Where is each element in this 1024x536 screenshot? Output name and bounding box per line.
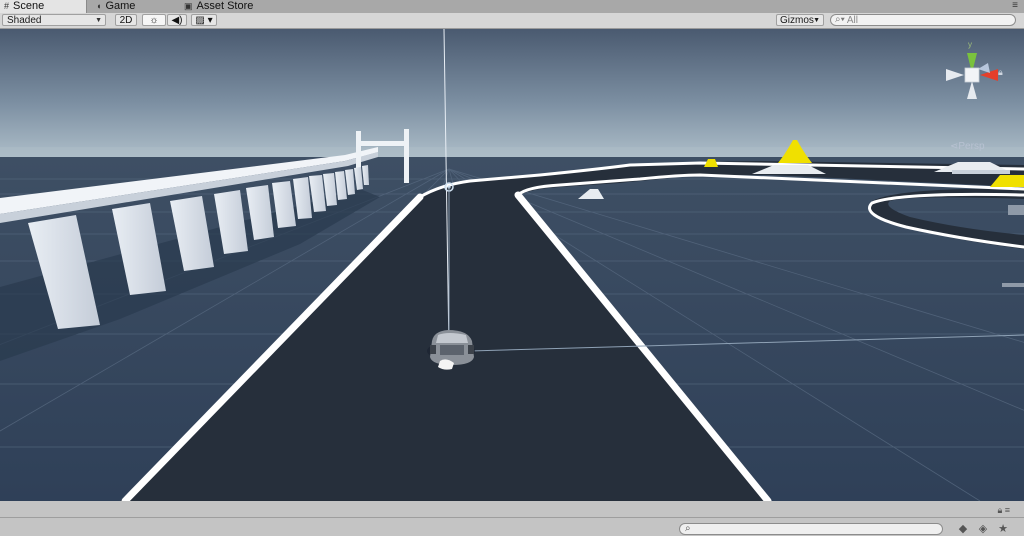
favorite-star-icon[interactable]: ★ [996, 522, 1010, 535]
search-input[interactable] [846, 15, 1007, 25]
sky [0, 29, 1024, 163]
toggle-2d-button[interactable]: 2D [115, 14, 137, 26]
scene-toolbar: Shaded ▼ 2D ☼ ◀) ▨ ▾ Gizmos ▼ ⌕▾ [0, 13, 1024, 29]
tab-game[interactable]: ◖ Game [92, 0, 141, 13]
lighting-toggle-button[interactable]: ☼ [142, 14, 166, 26]
sun-icon: ☼ [149, 15, 159, 26]
grid-icon: # [4, 1, 10, 11]
gizmos-label: Gizmos [780, 15, 814, 26]
project-search[interactable]: ⌕ [679, 523, 943, 535]
tab-bar: # Scene ◖ Game ▣ Asset Store ≡ [0, 0, 1024, 14]
gizmo-label-y: y [968, 40, 972, 49]
draw-mode-value: Shaded [7, 15, 42, 26]
dropdown-arrow-icon: ▼ [95, 17, 102, 24]
toggle-2d-label: 2D [119, 15, 133, 26]
tab-game-label: Game [105, 0, 136, 12]
image-icon: ▨ ▾ [195, 15, 213, 26]
speaker-icon: ◀) [171, 15, 183, 26]
project-filter-buttons: ◆ ◈ ★ [956, 522, 1010, 535]
scene-render: y [0, 29, 1024, 501]
lock-icon[interactable]: 🔒︎ [998, 67, 1003, 78]
search-icon: ⌕▾ [835, 14, 845, 25]
filter-type-icon[interactable]: ◆ [956, 522, 970, 535]
tab-scene-label: Scene [13, 0, 45, 12]
draw-mode-dropdown[interactable]: Shaded ▼ [2, 14, 106, 26]
filter-label-icon[interactable]: ◈ [976, 522, 990, 535]
store-icon: ▣ [184, 1, 193, 11]
scene-search[interactable]: ⌕▾ [830, 14, 1016, 26]
tab-menu-icon[interactable]: ≡ [1012, 0, 1018, 12]
audio-toggle-button[interactable]: ◀) [167, 14, 187, 26]
panel-lock-icon[interactable]: 🔒︎ ≡ [997, 505, 1010, 516]
tab-asset-store-label: Asset Store [196, 0, 254, 12]
effects-dropdown-button[interactable]: ▨ ▾ [191, 14, 217, 26]
search-icon: ⌕ [685, 523, 691, 534]
gizmos-dropdown[interactable]: Gizmos ▼ [776, 14, 824, 26]
dropdown-arrow-icon: ▼ [813, 17, 820, 24]
projection-label-text: Persp [958, 141, 985, 152]
gizmo-center-cube [964, 67, 980, 83]
projection-label[interactable]: ⋖Persp [950, 141, 985, 152]
panel-divider [0, 517, 1024, 518]
pacman-icon: ◖ [96, 1, 102, 11]
tab-scene[interactable]: # Scene [0, 0, 87, 13]
lower-panel: 🔒︎ ≡ ⌕ ◆ ◈ ★ [0, 501, 1024, 536]
scene-viewport[interactable]: y 🔒︎ ⋖Persp [0, 29, 1024, 501]
ramp-right-edge [952, 170, 1010, 174]
tab-asset-store[interactable]: ▣ Asset Store [180, 0, 259, 13]
